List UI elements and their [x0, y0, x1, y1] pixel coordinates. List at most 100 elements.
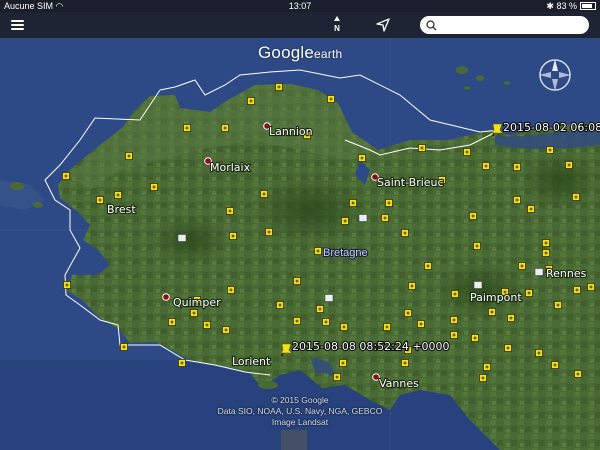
- status-bar: Aucune SIM ◠ 13:07 ✱ 83 %: [0, 0, 600, 12]
- poi-square-dot: [278, 303, 282, 307]
- city-dot: [162, 293, 170, 301]
- poi-square-dot: [324, 320, 328, 324]
- logo-product: earth: [314, 47, 343, 61]
- poi-square-dot: [426, 264, 430, 268]
- poi-square-dot: [553, 363, 557, 367]
- poi-square-dot: [556, 303, 560, 307]
- city-lorient[interactable]: Lorient: [231, 354, 272, 369]
- poi-square-dot: [544, 251, 548, 255]
- poi-square-dot: [267, 230, 271, 234]
- poi-square-dot: [185, 126, 189, 130]
- north-arrow-icon: N: [334, 16, 340, 33]
- city-lannion[interactable]: Lannion: [263, 122, 314, 139]
- google-earth-logo: Googleearth: [258, 43, 342, 63]
- poi-square-dot: [410, 284, 414, 288]
- poi-square-dot: [342, 325, 346, 329]
- waypoint-square: [534, 268, 544, 276]
- city-label: Quimper: [173, 296, 221, 309]
- poi-square-dot: [231, 234, 235, 238]
- poi-square-dot: [574, 195, 578, 199]
- city-label: Lannion: [269, 125, 313, 138]
- city-label: Saint-Brieuc: [377, 176, 444, 189]
- poi-square-dot: [529, 207, 533, 211]
- poi-square-dot: [65, 283, 69, 287]
- poi-square-dot: [520, 264, 524, 268]
- poi-square-dot: [249, 99, 253, 103]
- poi-square-dot: [122, 345, 126, 349]
- city-label: Brest: [107, 203, 136, 216]
- poi-square-dot: [575, 288, 579, 292]
- city-brest[interactable]: Brest: [106, 202, 138, 217]
- poi-square-dot: [262, 192, 266, 196]
- poi-square-dot: [544, 241, 548, 245]
- poi-square-dot: [537, 351, 541, 355]
- search-input[interactable]: [420, 16, 589, 34]
- waypoint-square: [473, 281, 483, 289]
- poi-square-dot: [341, 361, 345, 365]
- battery-status: ✱ 83 %: [546, 1, 596, 12]
- poi-square-dot: [229, 288, 233, 292]
- poi-square-dot: [473, 336, 477, 340]
- poi-square-dot: [576, 372, 580, 376]
- poi-square-dot: [485, 365, 489, 369]
- poi-square-dot: [295, 319, 299, 323]
- logo-brand: Google: [258, 43, 315, 62]
- bluetooth-icon: ✱: [546, 1, 554, 11]
- poi-square-dot: [170, 320, 174, 324]
- city-vannes[interactable]: Vannes: [372, 373, 420, 391]
- poi-square-dot: [360, 156, 364, 160]
- poi-square-dot: [387, 201, 391, 205]
- poi-square-dot: [351, 201, 355, 205]
- poi-square-dot: [192, 311, 196, 315]
- location-arrow-icon: [376, 18, 390, 32]
- city-paimpont[interactable]: Paimpont: [469, 290, 524, 305]
- north-label: N: [334, 24, 340, 33]
- poi-square-dot: [64, 174, 68, 178]
- poi-square-dot: [490, 310, 494, 314]
- battery-percent: 83 %: [556, 1, 577, 11]
- poi-square-dot: [453, 292, 457, 296]
- city-label: Morlaix: [210, 161, 251, 174]
- poi-square-dot: [527, 291, 531, 295]
- poi-square-dot: [515, 198, 519, 202]
- poi-square-dot: [98, 198, 102, 202]
- north-button[interactable]: N: [330, 16, 344, 34]
- poi-square-dot: [403, 361, 407, 365]
- poi-square-dot: [385, 325, 389, 329]
- poi-square-dot: [452, 333, 456, 337]
- my-location-button[interactable]: [375, 17, 391, 33]
- poi-square-dot: [420, 146, 424, 150]
- waypoint-square: [177, 234, 187, 242]
- city-label: Rennes: [546, 267, 587, 280]
- poi-square-dot: [295, 279, 299, 283]
- copyright-line-3: Image Landsat: [271, 417, 329, 427]
- satellite-map[interactable]: Lannion Morlaix Saint-Brieuc Brest Quimper Lo…: [0, 0, 600, 450]
- copyright-line-1: © 2015 Google: [271, 395, 329, 405]
- poi-square-dot: [567, 163, 571, 167]
- city-morlaix[interactable]: Morlaix: [204, 157, 252, 175]
- city-label: Vannes: [379, 377, 419, 390]
- poi-square-dot: [509, 316, 513, 320]
- poi-square-dot: [228, 209, 232, 213]
- poi-square-dot: [224, 328, 228, 332]
- poi-square-dot: [329, 97, 333, 101]
- menu-button[interactable]: [11, 20, 24, 30]
- placemark-pin-1[interactable]: 2015-08-02 06:08:3: [491, 120, 600, 137]
- poi-square-dot: [548, 148, 552, 152]
- poi-square-dot: [475, 244, 479, 248]
- placemark-label-1: 2015-08-02 06:08:3: [503, 121, 600, 134]
- waypoint-square: [358, 214, 368, 222]
- poi-square-dot: [343, 219, 347, 223]
- poi-square-dot: [481, 376, 485, 380]
- poi-square-dot: [316, 249, 320, 253]
- poi-square-dot: [205, 323, 209, 327]
- city-saint-brieuc[interactable]: Saint-Brieuc: [371, 173, 445, 190]
- copyright-line-2: Data SIO, NOAA, U.S. Navy, NGA, GEBCO: [217, 406, 383, 416]
- poi-square-dot: [465, 150, 469, 154]
- poi-square-dot: [116, 193, 120, 197]
- city-rennes[interactable]: Rennes: [545, 266, 588, 281]
- region-label: Bretagne: [323, 247, 368, 259]
- poi-square-dot: [335, 375, 339, 379]
- compass-icon[interactable]: [537, 57, 573, 93]
- poi-square-dot: [127, 154, 131, 158]
